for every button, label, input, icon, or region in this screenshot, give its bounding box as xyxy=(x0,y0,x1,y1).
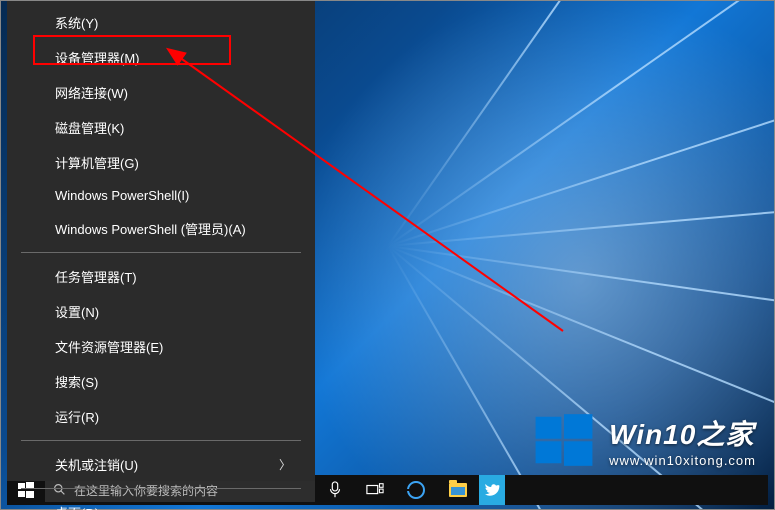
menu-label: 关机或注销(U) xyxy=(55,455,138,474)
watermark: Win10之家 www.win10xitong.com xyxy=(533,409,756,471)
menu-item-powershell[interactable]: Windows PowerShell(I) xyxy=(7,180,315,211)
menu-label: 任务管理器(T) xyxy=(55,267,137,286)
win10-logo-icon xyxy=(533,409,595,471)
menu-item-system[interactable]: 系统(Y) xyxy=(7,5,315,40)
menu-item-shutdown-signout[interactable]: 关机或注销(U) 〉 xyxy=(7,447,315,482)
taskbar-app-file-explorer[interactable] xyxy=(437,475,479,505)
menu-item-settings[interactable]: 设置(N) xyxy=(7,294,315,329)
menu-label: 桌面(D) xyxy=(55,503,99,510)
winx-context-menu: 系统(Y) 设备管理器(M) 网络连接(W) 磁盘管理(K) 计算机管理(G) … xyxy=(7,1,315,481)
watermark-title: Win10之家 xyxy=(609,413,756,453)
menu-item-computer-management[interactable]: 计算机管理(G) xyxy=(7,145,315,180)
menu-item-network-connections[interactable]: 网络连接(W) xyxy=(7,75,315,110)
menu-item-run[interactable]: 运行(R) xyxy=(7,399,315,434)
edge-icon xyxy=(407,481,425,499)
menu-item-file-explorer[interactable]: 文件资源管理器(E) xyxy=(7,329,315,364)
menu-label: Windows PowerShell(I) xyxy=(55,188,189,203)
taskbar-app-pinned[interactable] xyxy=(479,475,505,505)
menu-separator xyxy=(21,488,301,489)
menu-item-powershell-admin[interactable]: Windows PowerShell (管理员)(A) xyxy=(7,211,315,246)
menu-separator xyxy=(21,252,301,253)
menu-label: 文件资源管理器(E) xyxy=(55,337,163,356)
screenshot-root: Win10之家 www.win10xitong.com 系统(Y) 设备管理器(… xyxy=(0,0,775,510)
taskbar-mic-button[interactable] xyxy=(315,475,355,505)
menu-separator xyxy=(21,440,301,441)
menu-label: 网络连接(W) xyxy=(55,83,128,102)
menu-item-disk-management[interactable]: 磁盘管理(K) xyxy=(7,110,315,145)
menu-label: 计算机管理(G) xyxy=(55,153,139,172)
microphone-icon xyxy=(326,481,344,499)
menu-item-desktop[interactable]: 桌面(D) xyxy=(7,495,315,510)
menu-label: 设备管理器(M) xyxy=(55,48,140,67)
bird-icon xyxy=(484,482,500,498)
menu-label: 设置(N) xyxy=(55,302,99,321)
watermark-url: www.win10xitong.com xyxy=(609,453,756,468)
taskbar-app-edge[interactable] xyxy=(395,475,437,505)
menu-label: 运行(R) xyxy=(55,407,99,426)
menu-label: 系统(Y) xyxy=(55,13,98,32)
menu-item-device-manager[interactable]: 设备管理器(M) xyxy=(7,40,315,75)
task-view-icon xyxy=(366,481,384,499)
folder-icon xyxy=(449,483,467,497)
task-view-button[interactable] xyxy=(355,475,395,505)
menu-item-task-manager[interactable]: 任务管理器(T) xyxy=(7,259,315,294)
menu-label: 磁盘管理(K) xyxy=(55,118,124,137)
chevron-right-icon: 〉 xyxy=(279,456,291,473)
menu-label: Windows PowerShell (管理员)(A) xyxy=(55,219,246,238)
menu-label: 搜索(S) xyxy=(55,372,98,391)
menu-item-search[interactable]: 搜索(S) xyxy=(7,364,315,399)
